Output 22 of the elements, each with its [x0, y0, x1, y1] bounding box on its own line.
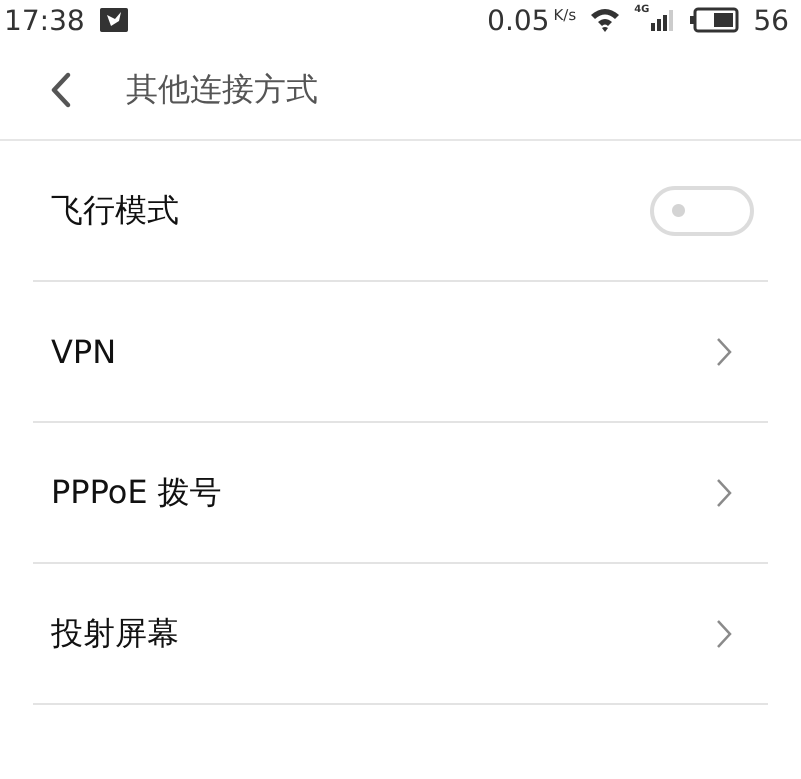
row-label: 投射屏幕: [51, 612, 179, 654]
toggle-switch[interactable]: [650, 186, 754, 236]
clock: 17:38: [4, 4, 85, 36]
wifi-icon: [590, 7, 620, 33]
signal-icon: [651, 9, 676, 31]
row-label: VPN: [51, 332, 116, 370]
battery-icon: [689, 7, 740, 33]
page-title: 其他连接方式: [126, 68, 318, 110]
network-speed: 0.05: [487, 4, 550, 36]
chevron-icon: [716, 336, 732, 366]
settings-row[interactable]: VPN: [33, 282, 768, 423]
row-label: PPPoE 拨号: [51, 472, 222, 512]
chevron-icon: [716, 618, 732, 648]
speed-unit: K/s: [553, 6, 576, 24]
settings-row[interactable]: PPPoE 拨号: [33, 423, 768, 564]
picture-notification-icon: [98, 7, 129, 33]
network-type: 4G: [634, 4, 650, 15]
settings-row[interactable]: 投射屏幕: [33, 564, 768, 705]
row-label: 飞行模式: [51, 190, 179, 230]
chevron-icon: [716, 478, 732, 508]
settings-row[interactable]: 飞行模式: [33, 141, 768, 282]
battery-percent: 56: [753, 4, 789, 36]
